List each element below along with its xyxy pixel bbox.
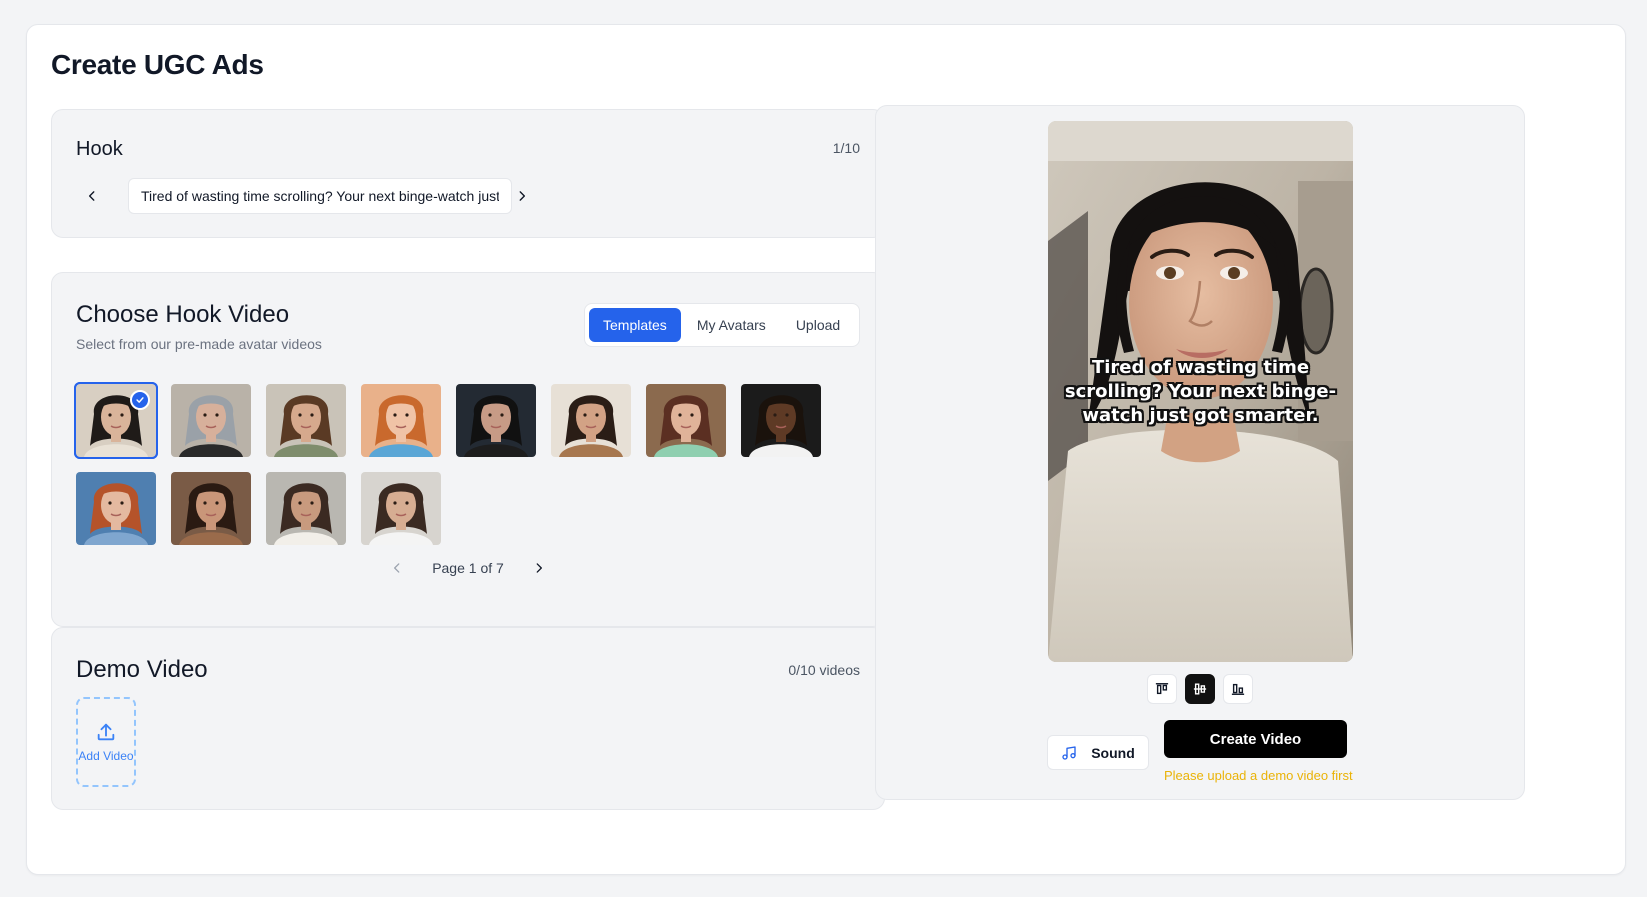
tab-my-avatars[interactable]: My Avatars [683, 308, 780, 342]
avatar-thumbnail[interactable] [76, 472, 156, 545]
create-video-button[interactable]: Create Video [1164, 720, 1347, 758]
avatar-image [266, 472, 346, 545]
source-tabs: Templates My Avatars Upload [584, 303, 860, 347]
main-card: Create UGC Ads Hook 1/10 Choose Hook Vid… [26, 24, 1626, 875]
avatar-image [171, 384, 251, 457]
hook-prev-button[interactable] [78, 182, 106, 210]
sound-button[interactable]: Sound [1047, 735, 1149, 770]
upload-warning: Please upload a demo video first [1164, 768, 1353, 783]
avatar-image [76, 472, 156, 545]
avatar-image [361, 384, 441, 457]
hook-video-title: Choose Hook Video [76, 301, 290, 328]
demo-video-title: Demo Video [76, 656, 208, 683]
avatar-image [171, 472, 251, 545]
avatar-thumbnail[interactable] [741, 384, 821, 457]
caption-position-group [1147, 674, 1253, 704]
tab-upload[interactable]: Upload [782, 308, 854, 342]
avatar-thumbnail[interactable] [171, 384, 251, 457]
avatar-image [456, 384, 536, 457]
demo-video-counter: 0/10 videos [788, 662, 860, 678]
add-video-label: Add Video [78, 749, 134, 763]
avatar-image [551, 384, 631, 457]
hook-text-input[interactable] [128, 178, 512, 214]
align-bottom-icon [1231, 683, 1245, 695]
avatar-thumbnail[interactable] [74, 382, 158, 459]
pager-prev-button[interactable] [390, 561, 404, 575]
preview-video[interactable]: Tired of wasting time scrolling? Your ne… [1048, 121, 1353, 662]
caption-top-button[interactable] [1147, 674, 1177, 704]
caption-bottom-button[interactable] [1223, 674, 1253, 704]
tab-templates[interactable]: Templates [589, 308, 681, 342]
avatar-thumbnail[interactable] [171, 472, 251, 545]
chevron-left-icon [88, 191, 95, 201]
hook-title: Hook [76, 138, 123, 160]
music-note-icon [1062, 745, 1076, 760]
preview-caption: Tired of wasting time scrolling? Your ne… [1064, 357, 1337, 426]
avatar-thumbnail[interactable] [646, 384, 726, 457]
pager-next-button[interactable] [532, 561, 546, 575]
pager: Page 1 of 7 [52, 557, 884, 579]
align-top-icon [1155, 683, 1169, 695]
avatar-thumbnail[interactable] [266, 384, 346, 457]
upload-icon [97, 723, 115, 741]
avatar-image [646, 384, 726, 457]
pager-text: Page 1 of 7 [432, 560, 504, 576]
page-title: Create UGC Ads [51, 49, 264, 80]
avatar-image [266, 384, 346, 457]
add-video-button[interactable]: Add Video [76, 697, 136, 787]
avatar-thumbnail[interactable] [266, 472, 346, 545]
avatar-thumbnail[interactable] [551, 384, 631, 457]
chevron-right-icon [536, 563, 542, 573]
chevron-right-icon [519, 191, 526, 201]
avatar-image [741, 384, 821, 457]
caption-middle-button[interactable] [1185, 674, 1215, 704]
avatar-image [361, 472, 441, 545]
preview-panel: Tired of wasting time scrolling? Your ne… [875, 105, 1525, 800]
hook-counter: 1/10 [832, 140, 860, 156]
hook-video-panel: Choose Hook Video Select from our pre-ma… [51, 272, 885, 627]
avatar-thumbnail[interactable] [456, 384, 536, 457]
avatar-thumbnail[interactable] [361, 472, 441, 545]
demo-video-panel: Demo Video 0/10 videos Add Video [51, 627, 885, 810]
align-middle-icon [1193, 683, 1207, 695]
chevron-left-icon [394, 563, 400, 573]
selected-check-icon [130, 390, 150, 410]
hook-panel: Hook 1/10 [51, 109, 885, 238]
avatar-thumbnail[interactable] [361, 384, 441, 457]
hook-next-button[interactable] [508, 182, 536, 210]
sound-label: Sound [1091, 744, 1135, 761]
hook-video-subtitle: Select from our pre-made avatar videos [76, 336, 322, 352]
